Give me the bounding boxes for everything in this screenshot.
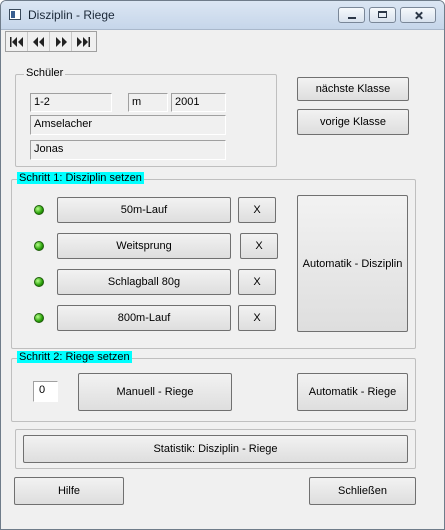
app-window: Disziplin - Riege Schüler 1-2 m 2001 Ams… xyxy=(0,0,445,530)
discipline-4-button[interactable]: 800m-Lauf xyxy=(57,305,231,331)
minimize-icon[interactable] xyxy=(338,7,365,23)
discipline-3-button[interactable]: Schlagball 80g xyxy=(57,269,231,295)
discipline-1-clear-button[interactable]: X xyxy=(238,197,276,223)
discipline-1-button[interactable]: 50m-Lauf xyxy=(57,197,231,223)
close-icon[interactable] xyxy=(400,7,436,23)
step1-group-label: Schritt 1: Disziplin setzen xyxy=(17,172,144,184)
title-bar[interactable]: Disziplin - Riege xyxy=(1,1,444,30)
discipline-2-status-led xyxy=(34,241,44,251)
maximize-icon[interactable] xyxy=(369,7,396,23)
auto-riege-button[interactable]: Automatik - Riege xyxy=(297,373,408,411)
auto-discipline-button[interactable]: Automatik - Disziplin xyxy=(297,195,408,332)
next-record-icon[interactable] xyxy=(50,32,72,51)
discipline-1-status-led xyxy=(34,205,44,215)
help-button[interactable]: Hilfe xyxy=(14,477,124,505)
statistics-button[interactable]: Statistik: Disziplin - Riege xyxy=(23,435,408,463)
record-navigator xyxy=(5,31,97,52)
discipline-2-clear-button[interactable]: X xyxy=(240,233,278,259)
window-title: Disziplin - Riege xyxy=(28,8,115,22)
previous-class-button[interactable]: vorige Klasse xyxy=(297,109,409,135)
first-record-icon[interactable] xyxy=(6,32,28,51)
student-group-label: Schüler xyxy=(24,67,66,79)
riege-number-field[interactable]: 0 xyxy=(33,381,58,402)
discipline-3-status-led xyxy=(34,277,44,287)
discipline-2-button[interactable]: Weitsprung xyxy=(57,233,231,259)
first-name-field[interactable]: Jonas xyxy=(30,140,226,160)
last-name-field[interactable]: Amselacher xyxy=(30,115,226,135)
app-icon xyxy=(9,9,21,20)
previous-record-icon[interactable] xyxy=(28,32,50,51)
manual-riege-button[interactable]: Manuell - Riege xyxy=(78,373,232,411)
discipline-4-clear-button[interactable]: X xyxy=(238,305,276,331)
step2-group-label: Schritt 2: Riege setzen xyxy=(17,351,132,363)
gender-field[interactable]: m xyxy=(128,93,168,112)
student-group: Schüler 1-2 m 2001 Amselacher Jonas xyxy=(15,67,277,167)
birth-year-field[interactable]: 2001 xyxy=(171,93,226,112)
next-class-button[interactable]: nächste Klasse xyxy=(297,77,409,101)
close-button[interactable]: Schließen xyxy=(309,477,416,505)
discipline-3-clear-button[interactable]: X xyxy=(238,269,276,295)
class-field[interactable]: 1-2 xyxy=(30,93,112,112)
last-record-icon[interactable] xyxy=(72,32,94,51)
discipline-4-status-led xyxy=(34,313,44,323)
